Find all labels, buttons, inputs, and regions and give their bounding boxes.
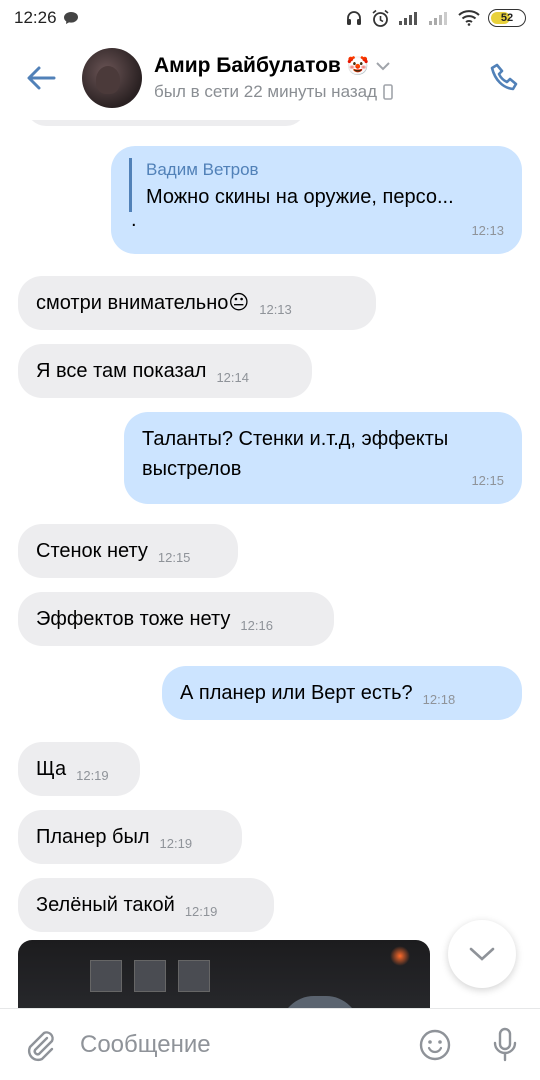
message-time: 12:16	[240, 618, 273, 633]
message-text: Я все там показал	[36, 360, 207, 382]
message-text: Планер был	[36, 826, 150, 848]
chevron-down-icon	[376, 62, 390, 71]
smile-icon	[419, 1029, 451, 1060]
wifi-icon	[458, 10, 480, 26]
message-time: 12:13	[259, 302, 292, 317]
message-text: Эффектов тоже нету	[36, 608, 231, 630]
back-arrow-icon	[27, 66, 56, 90]
message-composer	[0, 1008, 540, 1080]
message-text: Стенок нету	[36, 540, 148, 562]
message-text: смотри внимательно😐	[36, 292, 250, 314]
message-time: 12:15	[471, 473, 504, 488]
message-bubble-partial	[26, 120, 306, 126]
back-button[interactable]	[0, 36, 82, 120]
message-list[interactable]: Вадим Ветров Можно скины на оружие, перс…	[0, 120, 540, 1008]
message-bubble-in[interactable]: смотри внимательно😐 12:13	[18, 276, 376, 330]
last-seen-status: был в сети 22 минуты назад	[154, 82, 378, 101]
message-time: 12:15	[157, 550, 191, 565]
reply-quote[interactable]: Вадим Ветров Можно скины на оружие, перс…	[129, 158, 504, 212]
message-bubble-out[interactable]: Таланты? Стенки и.т.д, эффекты выстрелов…	[124, 412, 522, 504]
message-bubble-in[interactable]: Зелёный такой 12:19	[18, 878, 274, 932]
chat-header: Амир Байбулатов 🤡 был в сети 22 минуты н…	[0, 36, 540, 120]
message-time: 12:19	[184, 904, 218, 919]
contact-emoji: 🤡	[346, 55, 370, 76]
contact-title[interactable]: Амир Байбулатов 🤡 был в сети 22 минуты н…	[154, 54, 470, 102]
battery-level: 52	[500, 12, 514, 24]
microphone-icon	[493, 1027, 517, 1061]
message-bubble-out[interactable]: А планер или Верт есть? 12:18	[162, 666, 522, 720]
contact-name: Амир Байбулатов	[154, 54, 341, 77]
contact-avatar[interactable]	[82, 48, 142, 108]
message-time: 12:18	[422, 692, 456, 707]
message-text: Ща	[36, 758, 67, 780]
message-text: .	[131, 209, 137, 231]
paperclip-icon	[27, 1030, 54, 1061]
scroll-to-bottom-button[interactable]	[448, 920, 516, 988]
signal-icon	[398, 10, 420, 26]
message-bubble-in[interactable]: Ща 12:19	[18, 742, 140, 796]
battery-icon: 52	[488, 9, 526, 27]
message-text: Зелёный такой	[36, 894, 175, 916]
message-time: 12:19	[76, 768, 109, 783]
message-bubble-out[interactable]: Вадим Ветров Можно скины на оружие, перс…	[111, 146, 522, 254]
reply-author: Вадим Ветров	[146, 160, 259, 179]
image-attachment[interactable]	[18, 940, 430, 1008]
status-time: 12:26	[14, 8, 57, 27]
status-bar: 12:26 52	[0, 0, 540, 36]
message-bubble-in[interactable]: Я все там показал 12:14	[18, 344, 312, 398]
call-button[interactable]	[470, 36, 540, 120]
signal-2-icon	[428, 10, 450, 26]
voice-message-button[interactable]	[470, 1009, 540, 1080]
message-text: А планер или Верт есть?	[180, 682, 413, 704]
phone-icon	[490, 63, 518, 91]
reply-text: Можно скины на оружие, персо...	[146, 186, 454, 208]
chat-notification-icon	[63, 11, 79, 25]
message-text: выстрелов	[142, 458, 242, 480]
message-text: Таланты? Стенки и.т.д, эффекты	[142, 428, 449, 450]
message-input[interactable]	[80, 1030, 400, 1059]
message-bubble-in[interactable]: Эффектов тоже нету 12:16	[18, 592, 334, 646]
alarm-icon	[371, 9, 390, 28]
message-bubble-in[interactable]: Планер был 12:19	[18, 810, 242, 864]
message-time: 12:19	[159, 836, 193, 851]
message-time: 12:14	[216, 370, 249, 385]
emoji-button[interactable]	[400, 1009, 470, 1080]
message-bubble-in[interactable]: Стенок нету 12:15	[18, 524, 238, 578]
attach-button[interactable]	[0, 1009, 80, 1080]
message-time: 12:13	[471, 223, 504, 238]
chevron-down-icon	[469, 947, 495, 961]
headphones-icon	[345, 9, 363, 27]
mobile-device-icon	[383, 84, 393, 100]
